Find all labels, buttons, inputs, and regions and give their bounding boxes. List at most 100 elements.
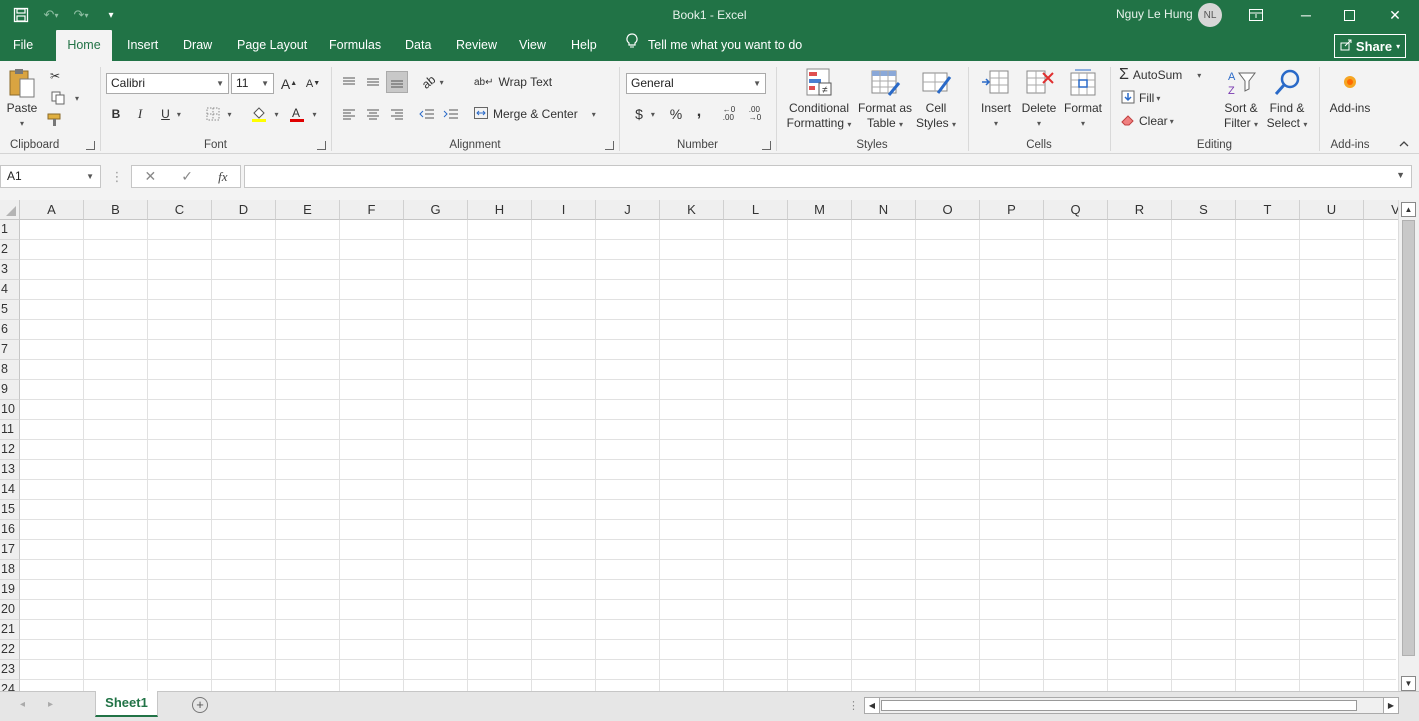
cell-area[interactable]	[20, 220, 1396, 691]
clear-button[interactable]: Clear ▾	[1121, 111, 1191, 131]
column-header[interactable]: U	[1300, 200, 1364, 220]
column-header[interactable]: G	[404, 200, 468, 220]
increase-font-size-button[interactable]: A ▲	[279, 73, 299, 94]
accounting-format-button[interactable]: $ ▾	[628, 103, 662, 125]
increase-indent-icon[interactable]	[440, 103, 462, 125]
redo-icon[interactable]: ↷ ▾	[68, 4, 94, 26]
expand-formula-bar-icon[interactable]: ▼	[1396, 170, 1405, 180]
sort-filter-button[interactable]: AZ Sort & Filter ▾	[1219, 67, 1263, 132]
row-header[interactable]: 15	[0, 500, 20, 520]
column-header[interactable]: B	[84, 200, 148, 220]
column-header[interactable]: R	[1108, 200, 1172, 220]
scroll-left-icon[interactable]: ◀	[865, 698, 880, 713]
add-sheet-icon[interactable]: +	[192, 697, 208, 713]
column-header[interactable]: N	[852, 200, 916, 220]
row-header[interactable]: 9	[0, 380, 20, 400]
row-header[interactable]: 6	[0, 320, 20, 340]
cancel-icon[interactable]: ✕	[145, 168, 157, 185]
cell-styles-button[interactable]: Cell Styles ▾	[913, 67, 959, 132]
merge-center-button[interactable]: Merge & Center ▾	[474, 103, 604, 125]
row-header[interactable]: 23	[0, 660, 20, 680]
align-center-icon[interactable]	[362, 103, 384, 125]
font-family-select[interactable]: Calibri ▼	[106, 73, 229, 94]
close-icon[interactable]: ✕	[1372, 0, 1418, 30]
tab-help[interactable]: Help	[561, 30, 607, 61]
align-right-icon[interactable]	[386, 103, 408, 125]
row-header[interactable]: 18	[0, 560, 20, 580]
scroll-down-icon[interactable]: ▼	[1401, 676, 1416, 691]
tab-data[interactable]: Data	[395, 30, 441, 61]
borders-button[interactable]: ▾	[201, 103, 237, 125]
vertical-scroll-thumb[interactable]	[1402, 220, 1415, 656]
copy-icon[interactable]: ▾	[45, 89, 85, 107]
column-header[interactable]: H	[468, 200, 532, 220]
insert-cells-button[interactable]: Insert ▾	[975, 67, 1017, 131]
row-header[interactable]: 13	[0, 460, 20, 480]
fill-button[interactable]: Fill ▾	[1121, 88, 1181, 108]
format-as-table-button[interactable]: Format as Table ▾	[857, 67, 913, 132]
column-header[interactable]: T	[1236, 200, 1300, 220]
column-header[interactable]: A	[20, 200, 84, 220]
row-header[interactable]: 12	[0, 440, 20, 460]
column-header[interactable]: F	[340, 200, 404, 220]
row-header[interactable]: 20	[0, 600, 20, 620]
tab-formulas[interactable]: Formulas	[319, 30, 391, 61]
row-header[interactable]: 14	[0, 480, 20, 500]
row-header[interactable]: 16	[0, 520, 20, 540]
collapse-ribbon-icon[interactable]	[1396, 137, 1412, 151]
delete-cells-button[interactable]: Delete ▾	[1017, 67, 1061, 131]
tab-review[interactable]: Review	[446, 30, 507, 61]
top-align-icon[interactable]	[338, 71, 360, 93]
formula-bar-grip-icon[interactable]: ⋮	[110, 167, 124, 187]
increase-decimal-icon[interactable]: ←0.00	[718, 103, 740, 125]
column-header[interactable]: P	[980, 200, 1044, 220]
italic-button[interactable]: I	[130, 103, 150, 125]
user-name[interactable]: Nguy Le Hung	[1116, 7, 1193, 21]
row-header[interactable]: 4	[0, 280, 20, 300]
number-launcher-icon[interactable]	[762, 141, 771, 150]
column-header[interactable]: J	[596, 200, 660, 220]
comma-style-button[interactable]: ,	[690, 101, 708, 123]
percent-style-button[interactable]: %	[666, 103, 686, 125]
row-header[interactable]: 2	[0, 240, 20, 260]
sheet-tab-sheet1[interactable]: Sheet1	[95, 691, 158, 717]
formula-input[interactable]: ▼	[244, 165, 1412, 188]
font-color-button[interactable]: A ▾	[285, 103, 321, 125]
share-button[interactable]: Share ▾	[1334, 34, 1406, 58]
decrease-indent-icon[interactable]	[416, 103, 438, 125]
tab-insert[interactable]: Insert	[117, 30, 168, 61]
row-header[interactable]: 10	[0, 400, 20, 420]
row-header[interactable]: 3	[0, 260, 20, 280]
save-icon[interactable]	[8, 4, 34, 26]
column-header[interactable]: C	[148, 200, 212, 220]
row-header[interactable]: 22	[0, 640, 20, 660]
fill-color-button[interactable]: ▾	[247, 103, 283, 125]
font-size-select[interactable]: 11 ▼	[231, 73, 274, 94]
bottom-align-icon[interactable]	[386, 71, 408, 93]
tab-page-layout[interactable]: Page Layout	[227, 30, 317, 61]
conditional-formatting-button[interactable]: ≠ Conditional Formatting ▾	[781, 67, 857, 132]
middle-align-icon[interactable]	[362, 71, 384, 93]
cut-icon[interactable]: ✂	[45, 67, 65, 85]
enter-icon[interactable]: ✓	[181, 168, 193, 185]
row-header[interactable]: 11	[0, 420, 20, 440]
previous-sheet-icon[interactable]: ◂	[20, 699, 25, 710]
horizontal-scroll-thumb[interactable]	[881, 700, 1357, 711]
column-header[interactable]: K	[660, 200, 724, 220]
column-header[interactable]: E	[276, 200, 340, 220]
column-header[interactable]: I	[532, 200, 596, 220]
tab-file[interactable]: File	[3, 30, 43, 61]
column-header[interactable]: O	[916, 200, 980, 220]
column-header[interactable]: L	[724, 200, 788, 220]
customize-qat-icon[interactable]: ▾	[98, 4, 124, 26]
orientation-icon[interactable]: ab ▾	[418, 71, 448, 93]
minimize-icon[interactable]: ─	[1283, 0, 1329, 30]
ribbon-display-options-icon[interactable]	[1233, 0, 1279, 30]
name-box[interactable]: A1 ▼	[0, 165, 101, 188]
row-header[interactable]: 19	[0, 580, 20, 600]
clipboard-launcher-icon[interactable]	[86, 141, 95, 150]
tell-me-search[interactable]: Tell me what you want to do	[626, 30, 802, 61]
column-header[interactable]: Q	[1044, 200, 1108, 220]
column-header[interactable]: D	[212, 200, 276, 220]
decrease-font-size-button[interactable]: A ▼	[303, 73, 323, 94]
